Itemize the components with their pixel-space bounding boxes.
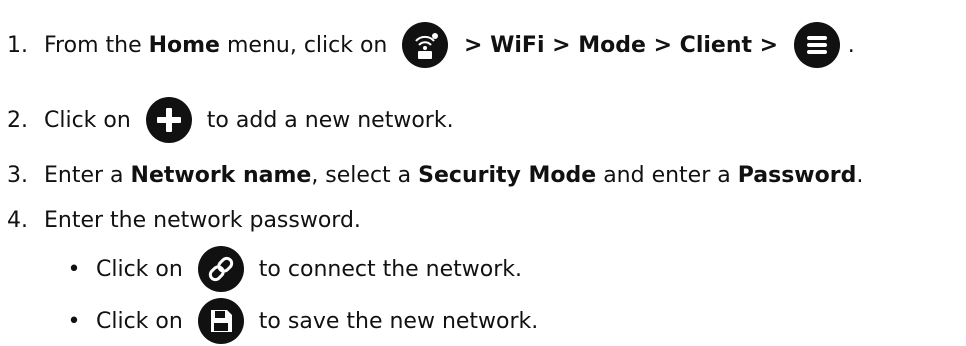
step-4-number: 4. bbox=[7, 207, 28, 233]
security-mode-label: Security Mode bbox=[418, 162, 597, 188]
step-3-number: 3. bbox=[7, 162, 28, 188]
step-2-number: 2. bbox=[7, 107, 28, 133]
step-2-text-a: Click on bbox=[44, 107, 138, 133]
step-1-text-a: From the bbox=[44, 32, 149, 58]
bullet-connect-text-a: Click on bbox=[96, 256, 190, 282]
step-3-text-a: Enter a bbox=[44, 162, 131, 188]
step-3: 3. Enter a Network name , select a Secur… bbox=[0, 155, 863, 195]
home-menu-label: Home bbox=[148, 32, 220, 58]
step-2-text-b: to add a new network. bbox=[199, 107, 454, 133]
add-plus-icon bbox=[145, 97, 192, 143]
password-label: Password bbox=[737, 162, 857, 188]
step-3-text-b: , select a bbox=[311, 162, 419, 188]
bullet-save-text-a: Click on bbox=[96, 308, 190, 334]
step-3-text-end: . bbox=[856, 162, 864, 188]
step-4-text: Enter the network password. bbox=[44, 207, 361, 233]
router-settings-icon bbox=[402, 22, 449, 68]
link-chain-icon bbox=[197, 246, 244, 292]
step-1-number: 1. bbox=[7, 32, 28, 58]
bullet-marker: • bbox=[67, 308, 81, 334]
step-4: 4. Enter the network password. bbox=[0, 200, 361, 240]
step-1: 1. From the Home menu, click on > WiFi >… bbox=[0, 20, 855, 70]
bullet-save-text-b: to save the new network. bbox=[251, 308, 539, 334]
save-floppy-icon bbox=[197, 298, 244, 344]
bullet-connect: • Click on to connect the network. bbox=[0, 244, 522, 294]
step-2: 2. Click on to add a new network. bbox=[0, 95, 454, 145]
list-menu-icon bbox=[793, 22, 840, 68]
step-1-text-b: menu, click on bbox=[219, 32, 395, 58]
network-name-label: Network name bbox=[130, 162, 312, 188]
step-1-path: > WiFi > Mode > Client > bbox=[456, 32, 786, 58]
bullet-save: • Click on to save the new network. bbox=[0, 296, 538, 346]
bullet-marker: • bbox=[67, 256, 81, 282]
step-1-text-end: . bbox=[847, 32, 855, 58]
step-3-text-c: and enter a bbox=[596, 162, 738, 188]
bullet-connect-text-b: to connect the network. bbox=[251, 256, 523, 282]
